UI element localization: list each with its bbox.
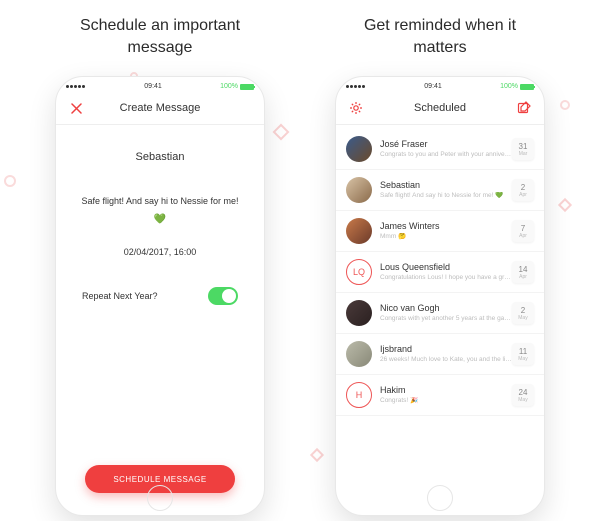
message-preview: Congrats to you and Peter with your anni…	[380, 151, 512, 159]
message-preview: Mmm 🤔	[380, 233, 512, 241]
avatar: H	[346, 382, 372, 408]
date-badge: 2Apr	[512, 179, 534, 201]
message-emoji: 💚	[154, 214, 166, 225]
avatar	[346, 218, 372, 244]
contact-name: Hakim	[380, 385, 512, 395]
title-bar: Create Message	[56, 90, 264, 125]
avatar	[346, 136, 372, 162]
message-preview: Congratulations Lous! I hope you have a …	[380, 274, 512, 282]
contact-name: James Winters	[380, 221, 512, 231]
avatar: LQ	[346, 259, 372, 285]
contact-name: José Fraser	[380, 139, 512, 149]
scheduled-list: José Fraser Congrats to you and Peter wit…	[336, 125, 544, 416]
status-time: 09:41	[144, 83, 162, 90]
contact-name: Lous Queensfield	[380, 262, 512, 272]
status-bar: ••••• 09:41 100%	[56, 77, 264, 90]
compose-icon[interactable]	[516, 100, 532, 116]
message-preview: Safe flight! And say hi to Nessie for me…	[380, 192, 512, 200]
repeat-label: Repeat Next Year?	[82, 291, 158, 301]
home-button	[427, 485, 453, 511]
contact-name: Nico van Gogh	[380, 303, 512, 313]
phone-left: ••••• 09:41 100% Create Message Sebastia…	[55, 76, 265, 516]
screen-title: Create Message	[120, 102, 201, 114]
avatar	[346, 300, 372, 326]
list-item[interactable]: LQ Lous Queensfield Congratulations Lous! …	[336, 252, 544, 293]
message-preview: Congrats! 🎉	[380, 397, 512, 405]
gear-icon[interactable]	[348, 100, 364, 116]
date-badge: 2May	[512, 302, 534, 324]
list-item[interactable]: H Hakim Congrats! 🎉24May	[336, 375, 544, 416]
list-item[interactable]: Sebastian Safe flight! And say hi to Ness…	[336, 170, 544, 211]
battery-percent: 100%	[220, 83, 238, 90]
date-badge: 11May	[512, 343, 534, 365]
repeat-toggle[interactable]	[208, 287, 238, 305]
home-button	[147, 485, 173, 511]
close-icon[interactable]	[68, 100, 84, 116]
avatar	[346, 341, 372, 367]
date-badge: 31Mar	[512, 138, 534, 160]
phone-right: 09:41 100% Scheduled José Fraser Congrats…	[335, 76, 545, 516]
headline-left: Schedule an important message	[80, 15, 240, 58]
list-item[interactable]: José Fraser Congrats to you and Peter wit…	[336, 129, 544, 170]
screen-title: Scheduled	[414, 102, 466, 114]
list-item[interactable]: Nico van Gogh Congrats with yet another 5…	[336, 293, 544, 334]
contact-name: Ijsbrand	[380, 344, 512, 354]
recipient-name[interactable]: Sebastian	[136, 151, 185, 163]
list-item[interactable]: Ijsbrand 26 weeks! Much love to Kate, you…	[336, 334, 544, 375]
message-preview: 26 weeks! Much love to Kate, you and the…	[380, 356, 512, 364]
date-badge: 14Apr	[512, 261, 534, 283]
message-preview: Congrats with yet another 5 years at the…	[380, 315, 512, 323]
date-badge: 7Apr	[512, 220, 534, 242]
title-bar: Scheduled	[336, 90, 544, 125]
status-time: 09:41	[424, 83, 442, 90]
schedule-datetime[interactable]: 02/04/2017, 16:00	[124, 247, 197, 257]
headline-right: Get reminded when it matters	[364, 15, 516, 58]
message-text[interactable]: Safe flight! And say hi to Nessie for me…	[81, 195, 238, 208]
date-badge: 24May	[512, 384, 534, 406]
avatar	[346, 177, 372, 203]
contact-name: Sebastian	[380, 180, 512, 190]
list-item[interactable]: James Winters Mmm 🤔7Apr	[336, 211, 544, 252]
battery-percent: 100%	[500, 83, 518, 90]
status-bar: 09:41 100%	[336, 77, 544, 90]
